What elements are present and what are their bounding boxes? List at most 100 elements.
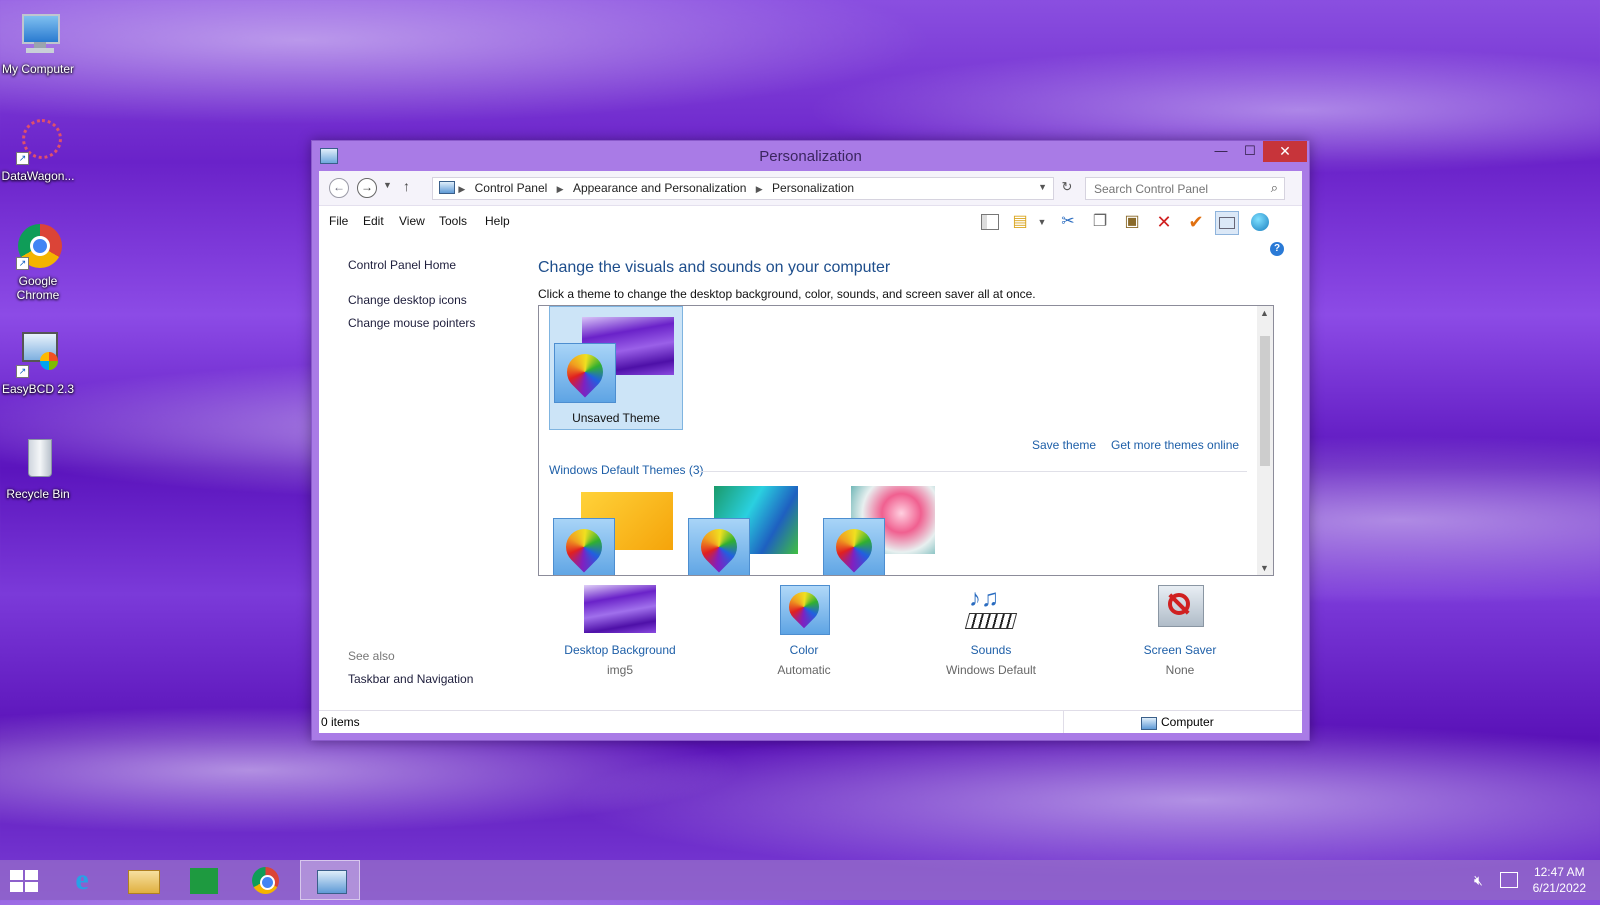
desktop-background-icon [584, 585, 656, 635]
desktop-icon-my-computer[interactable]: My Computer [0, 10, 76, 76]
desktop-icon-label: EasyBCD 2.3 [1, 382, 75, 396]
save-theme-link[interactable]: Save theme [1032, 438, 1096, 452]
back-button[interactable]: ← [329, 178, 349, 198]
screen-saver-item[interactable]: Screen Saver None [1110, 585, 1250, 677]
taskbar-navigation-link[interactable]: Taskbar and Navigation [348, 672, 473, 686]
theme-color-swatch [554, 343, 616, 403]
preview-pane-icon[interactable] [1215, 211, 1239, 235]
desktop-icon-recycle-bin[interactable]: Recycle Bin [0, 435, 76, 501]
taskbar-google-chrome[interactable] [236, 860, 296, 900]
breadcrumb-appearance[interactable]: Appearance and Personalization [573, 181, 746, 195]
color-icon [768, 585, 840, 635]
menu-edit[interactable]: Edit [363, 214, 384, 228]
taskbar-control-panel[interactable] [300, 860, 360, 900]
checkmark-icon[interactable]: ✔ [1185, 211, 1207, 233]
desktop-background-item[interactable]: Desktop Background img5 [550, 585, 690, 677]
scroll-up-icon[interactable]: ▲ [1260, 308, 1269, 318]
breadcrumb-control-panel[interactable]: Control Panel [475, 181, 548, 195]
desktop-icon-label: DataWagon... [1, 169, 75, 183]
desktop-icon-easybcd[interactable]: ↗ EasyBCD 2.3 [0, 330, 76, 396]
sounds-item[interactable]: ♪♫ Sounds Windows Default [921, 585, 1061, 677]
control-panel-icon [317, 870, 347, 894]
menu-view[interactable]: View [399, 214, 425, 228]
status-location: Computer [1161, 715, 1214, 729]
status-item-count: 0 items [321, 715, 360, 729]
desktop-icon-datawagon[interactable]: ↗ DataWagon... [0, 117, 76, 183]
change-mouse-pointers-link[interactable]: Change mouse pointers [348, 316, 475, 330]
taskbar-internet-explorer[interactable]: e [52, 860, 112, 900]
forward-button[interactable]: → [357, 178, 377, 198]
desktop-background-value: img5 [606, 663, 633, 677]
maximize-button[interactable]: ☐ [1236, 141, 1264, 162]
menu-help[interactable]: Help [485, 214, 510, 228]
scroll-down-icon[interactable]: ▼ [1260, 563, 1269, 573]
left-pane: Control Panel Home Change desktop icons … [319, 235, 519, 715]
easybcd-icon: ↗ [14, 330, 62, 378]
color-item[interactable]: Color Automatic [734, 585, 874, 677]
up-arrow-icon[interactable]: ↑ [403, 178, 410, 194]
recycle-bin-icon [14, 435, 62, 483]
control-panel-home-link[interactable]: Control Panel Home [348, 258, 456, 272]
copy-icon[interactable]: ❐ [1089, 211, 1111, 233]
delete-icon[interactable]: ✕ [1153, 211, 1175, 233]
taskbar: e 🔇︎ 12:47 AM 6/21/2022 [0, 860, 1600, 900]
search-input[interactable] [1092, 181, 1261, 197]
themes-list[interactable]: Unsaved Theme Save theme Get more themes… [538, 305, 1274, 576]
desktop-icon-label: My Computer [1, 62, 75, 76]
theme-color-swatch [688, 518, 750, 575]
window-body: ← → ▼ ↑ ▶ Control Panel ▶ Appearance and… [319, 171, 1302, 733]
volume-muted-icon[interactable]: 🔇︎ [1474, 872, 1483, 889]
get-more-themes-link[interactable]: Get more themes online [1111, 438, 1239, 452]
breadcrumb-chevron-icon[interactable]: ▶ [458, 184, 465, 194]
refresh-icon[interactable]: ↻ [1057, 179, 1077, 197]
breadcrumb-chevron-icon[interactable]: ▶ [557, 184, 564, 194]
store-icon [190, 868, 218, 894]
theme-unsaved[interactable]: Unsaved Theme [549, 306, 683, 430]
globe-icon[interactable] [1249, 211, 1271, 233]
network-icon[interactable] [1500, 872, 1518, 888]
scroll-thumb[interactable] [1260, 336, 1270, 466]
close-button[interactable]: ✕ [1263, 141, 1307, 162]
menu-tools[interactable]: Tools [439, 214, 467, 228]
layout-pane-icon[interactable] [978, 211, 1000, 233]
breadcrumb-personalization[interactable]: Personalization [772, 181, 854, 195]
desktop-icon-google-chrome[interactable]: ↗ Google Chrome [0, 222, 76, 302]
taskbar-file-explorer[interactable] [112, 860, 172, 900]
cut-icon[interactable]: ✂ [1057, 211, 1079, 233]
search-icon[interactable]: ⌕ [1271, 180, 1278, 196]
window-title: Personalization [759, 148, 862, 165]
windows-logo-icon [10, 870, 38, 892]
breadcrumb-chevron-icon[interactable]: ▶ [756, 184, 763, 194]
theme-windows[interactable] [549, 482, 681, 575]
computer-icon [1141, 717, 1157, 730]
theme-lines-and-colors[interactable] [684, 482, 816, 575]
sounds-label: Sounds [970, 643, 1012, 657]
address-dropdown-icon[interactable]: ▼ [1038, 182, 1047, 192]
menu-file[interactable]: File [329, 214, 348, 228]
shortcut-arrow-icon: ↗ [16, 152, 29, 165]
paste-icon[interactable]: ▣ [1121, 211, 1143, 233]
address-bar[interactable]: ▶ Control Panel ▶ Appearance and Persona… [432, 177, 1054, 200]
theme-flowers[interactable] [819, 482, 951, 575]
screen-saver-label: Screen Saver [1143, 643, 1217, 657]
recent-locations-chevron-icon[interactable]: ▼ [383, 180, 392, 190]
shortcut-arrow-icon: ↗ [16, 365, 29, 378]
sounds-icon: ♪♫ [955, 585, 1027, 635]
screen-saver-value: None [1165, 663, 1195, 677]
start-button[interactable] [0, 860, 60, 900]
themes-scrollbar[interactable]: ▲ ▼ [1257, 306, 1273, 575]
theme-color-swatch [823, 518, 885, 575]
color-fan-icon [559, 346, 611, 398]
minimize-button[interactable]: — [1207, 141, 1235, 162]
desktop-icon-label: Google Chrome [16, 274, 60, 302]
color-fan-icon [558, 521, 610, 573]
taskbar-store[interactable] [174, 860, 234, 900]
search-box[interactable]: ⌕ [1085, 177, 1285, 200]
clock-date: 6/21/2022 [1532, 881, 1586, 895]
options-dropdown-icon[interactable]: ▼ [1031, 211, 1053, 233]
system-clock[interactable]: 12:47 AM 6/21/2022 [1533, 864, 1586, 896]
title-bar[interactable]: Personalization — ☐ ✕ [312, 141, 1309, 171]
change-desktop-icons-link[interactable]: Change desktop icons [348, 293, 467, 307]
help-icon[interactable]: ? [1270, 242, 1284, 256]
folder-options-icon[interactable]: ▤ [1009, 211, 1031, 233]
